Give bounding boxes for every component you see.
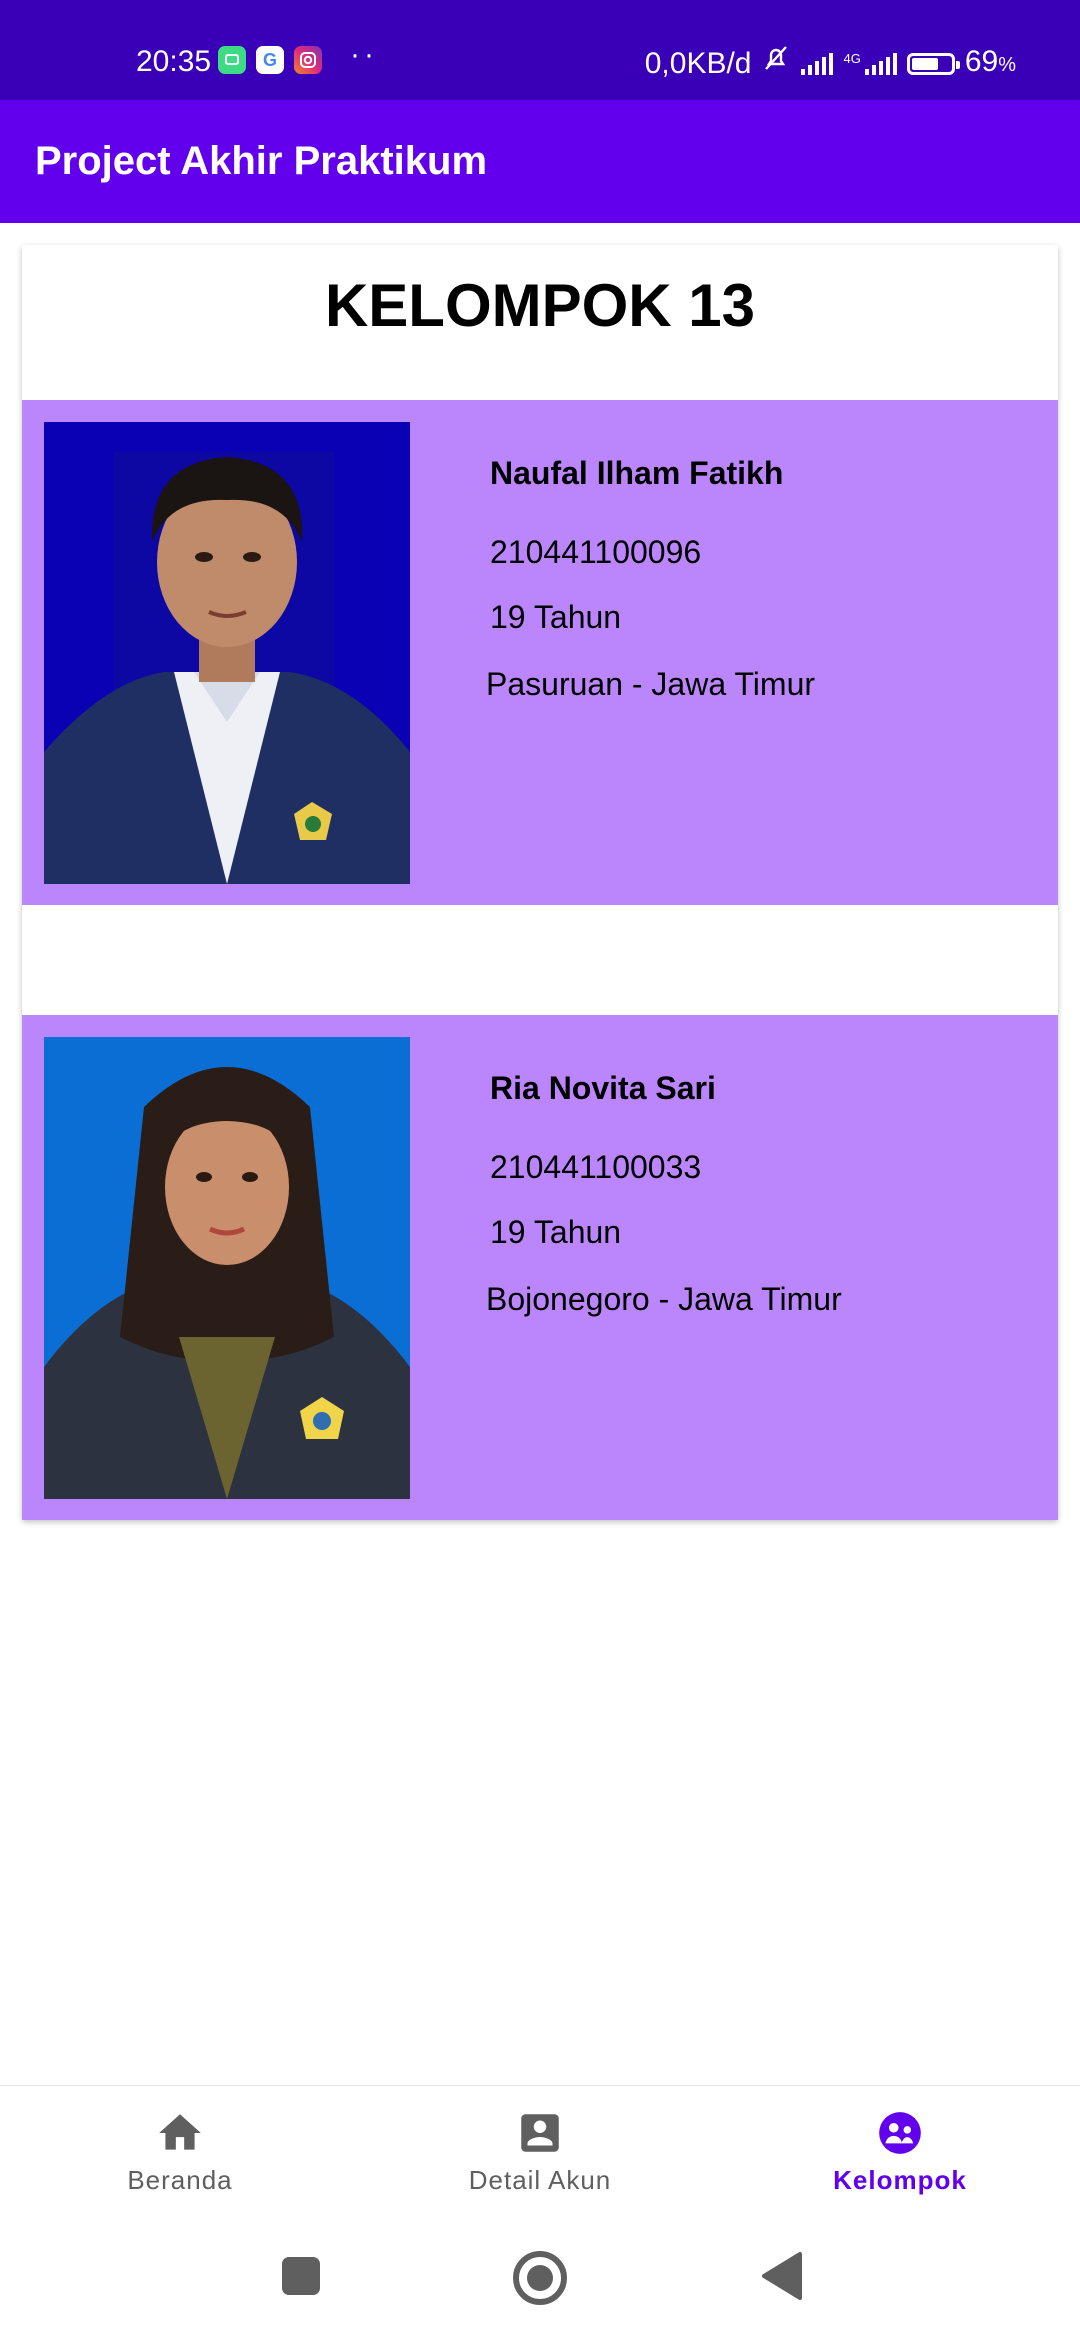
member-name: Ria Novita Sari [490, 1070, 716, 1106]
member-age: 19 Tahun [490, 1214, 622, 1250]
member-age: 19 Tahun [490, 599, 622, 635]
system-navigation-bar [0, 2220, 1080, 2340]
member-card: Naufal Ilham Fatikh 210441100096 19 Tahu… [22, 400, 1058, 905]
member-city: Bojonegoro - Jawa Timur [486, 1281, 842, 1317]
app-bar: Project Akhir Praktikum [0, 100, 1080, 223]
account-box-icon [521, 2114, 559, 2152]
nav-label: Beranda [127, 2165, 233, 2195]
more-notifications-indicator: ·· [350, 38, 378, 71]
member-info: Ria Novita Sari 210441100033 19 Tahun Bo… [22, 1015, 1058, 1520]
status-time: 20:35 [136, 45, 212, 78]
nav-item-detail-akun[interactable]: Detail Akun [360, 2086, 720, 2221]
member-info: Naufal Ilham Fatikh 210441100096 19 Tahu… [22, 400, 1058, 905]
group-heading: KELOMPOK 13 [324, 272, 756, 339]
google-app-icon: G [256, 46, 284, 74]
member-name: Naufal Ilham Fatikh [490, 455, 784, 491]
nav-item-beranda[interactable]: Beranda [0, 2086, 360, 2221]
back-button[interactable] [758, 2250, 804, 2302]
status-bar: 20:35 G ·· 0,0KB/d 4G 69% [0, 0, 1080, 100]
network-speed: 0,0KB/d [644, 46, 752, 80]
notification-icons: G [218, 46, 322, 74]
member-nim: 210441100033 [490, 1149, 702, 1185]
home-button[interactable] [510, 2248, 570, 2308]
member-city: Pasuruan - Jawa Timur [486, 666, 816, 702]
wifi-signal-icon [801, 52, 834, 75]
battery-percent: 69% [964, 45, 1016, 78]
messages-app-icon [218, 46, 246, 74]
nav-item-kelompok[interactable]: Kelompok [720, 2086, 1080, 2221]
app-title: Project Akhir Praktikum [35, 139, 488, 183]
status-right-group: 0,0KB/d 4G 69% [645, 42, 1016, 85]
home-icon [159, 2114, 201, 2150]
group-icon [879, 2112, 921, 2154]
mute-icon [761, 43, 791, 84]
battery-icon [906, 52, 960, 75]
recents-button[interactable] [278, 2253, 324, 2299]
member-nim: 210441100096 [490, 534, 702, 570]
bottom-navigation: Beranda Detail Akun Kelompok [0, 2085, 1080, 2221]
member-card: Ria Novita Sari 210441100033 19 Tahun Bo… [22, 1015, 1058, 1520]
instagram-app-icon [294, 46, 322, 74]
nav-label: Kelompok [833, 2165, 967, 2195]
group-card: KELOMPOK 13 Naufal Ilham Fatikh 21044110… [22, 245, 1058, 1520]
cellular-signal-icon: 4G [843, 52, 897, 75]
nav-label: Detail Akun [468, 2165, 612, 2195]
